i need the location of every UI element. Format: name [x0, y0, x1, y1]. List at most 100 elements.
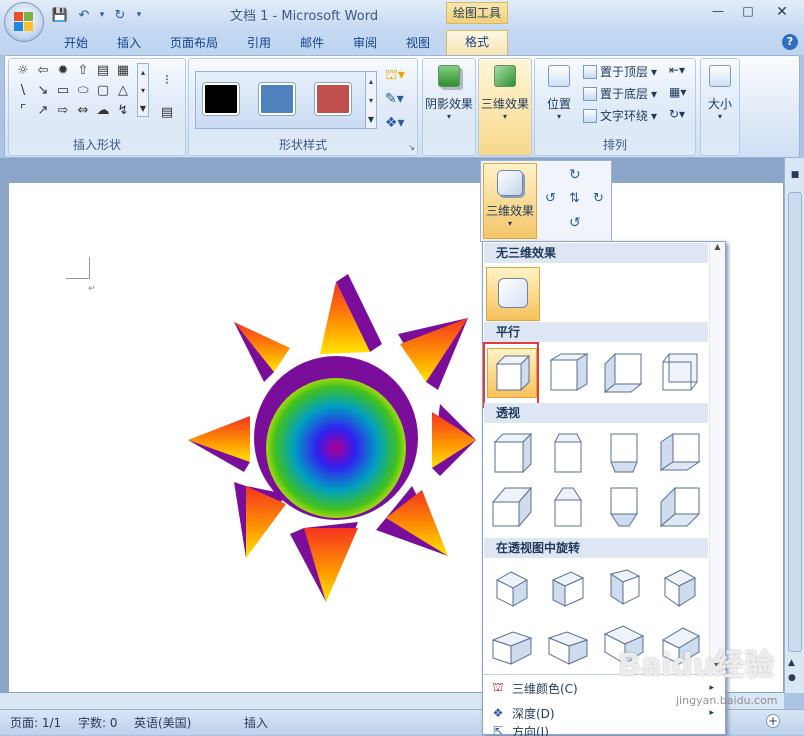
section-perspective: 透视	[484, 403, 708, 423]
oval-shape-icon[interactable]: ⬭	[75, 83, 91, 99]
3d-effects-dropdown-button[interactable]: 三维效果 ▾	[483, 163, 537, 239]
style-red-swatch[interactable]	[315, 83, 351, 115]
tab-mailings[interactable]: 邮件	[298, 33, 326, 54]
style-gallery-scroll-icon[interactable]: ▴ ▾ ▼	[365, 71, 377, 129]
status-language[interactable]: 英语(美国)	[134, 714, 191, 731]
up-arrow-shape-icon[interactable]: ⇧	[75, 63, 91, 79]
parallel-option-4[interactable]	[655, 348, 705, 398]
gallery-scrollbar[interactable]: ▲ ▼	[709, 242, 725, 672]
position-button[interactable]: 位置 ▾	[539, 65, 579, 121]
perspective-option-1[interactable]	[487, 428, 537, 478]
gallery-scroll-up-icon[interactable]: ▲	[710, 242, 725, 251]
perspective-option-6[interactable]	[543, 482, 593, 532]
undo-dropdown-icon[interactable]: ▾	[98, 6, 106, 24]
perspective-option-8[interactable]	[655, 482, 705, 532]
group-shape-styles: ▴ ▾ ▼ ⛫▾ ✎▾ ❖▾ 形状样式 ↘	[188, 58, 418, 156]
status-words[interactable]: 字数: 0	[78, 714, 118, 731]
maximize-icon[interactable]: □	[736, 4, 760, 22]
tab-page-layout[interactable]: 页面布局	[168, 33, 220, 54]
align-icon[interactable]: ⇤▾	[669, 63, 685, 77]
save-icon[interactable]: 💾	[50, 6, 70, 24]
tab-home[interactable]: 开始	[62, 33, 90, 54]
rotate-icon[interactable]: ↻▾	[669, 107, 685, 121]
perspective-option-4[interactable]	[655, 428, 705, 478]
change-shape-icon[interactable]: ❖▾	[385, 115, 405, 131]
edit-points-icon[interactable]: ⁝	[157, 73, 177, 89]
sun-shape[interactable]	[186, 272, 476, 604]
perspective-option-2[interactable]	[543, 428, 593, 478]
line-color-icon[interactable]: ✎▾	[385, 91, 404, 107]
send-to-back-button[interactable]: 置于底层 ▾	[583, 85, 657, 102]
rotate-option-2[interactable]	[543, 564, 593, 614]
rotate-option-6[interactable]	[543, 620, 593, 670]
previous-page-icon[interactable]: ▲	[788, 658, 795, 668]
perspective-option-5[interactable]	[487, 482, 537, 532]
paragraph-mark: ↵	[88, 284, 96, 294]
customize-qat-icon[interactable]: ▾	[134, 6, 144, 24]
bring-to-front-button[interactable]: 置于顶层 ▾	[583, 63, 657, 80]
tilt-right-icon[interactable]: ↻	[593, 191, 604, 206]
undo-icon[interactable]: ↶	[74, 6, 94, 24]
minimize-icon[interactable]: —	[706, 4, 730, 22]
sun-shape-icon[interactable]: ☼	[15, 63, 31, 79]
tab-review[interactable]: 审阅	[351, 33, 379, 54]
gear-shape-icon[interactable]: ✹	[55, 63, 71, 79]
tilt-up-icon[interactable]: ↻	[569, 167, 581, 183]
office-button[interactable]	[4, 2, 44, 42]
tilt-down-icon[interactable]: ↺	[569, 215, 581, 231]
redo-icon[interactable]: ↻	[110, 6, 130, 24]
3d-effects-button[interactable]: 三维效果 ▾	[479, 65, 531, 121]
elbow-connector-shape-icon[interactable]: ⌜	[15, 103, 31, 119]
group-3d-effects: 三维效果 ▾	[478, 58, 532, 156]
lightning-shape-icon[interactable]: ↯	[115, 103, 131, 119]
style-blue-swatch[interactable]	[259, 83, 295, 115]
size-label: 大小	[707, 97, 732, 111]
tab-references[interactable]: 引用	[245, 33, 273, 54]
close-icon[interactable]: ✕	[770, 4, 794, 22]
tab-insert[interactable]: 插入	[115, 33, 143, 54]
dialog-launcher-icon[interactable]: ↘	[408, 143, 415, 152]
ruler-toggle-icon[interactable]: ■	[788, 170, 802, 184]
perspective-option-3[interactable]	[599, 428, 649, 478]
vertical-scroll-thumb[interactable]	[788, 192, 802, 652]
no-3d-option[interactable]	[486, 267, 540, 321]
elbow-arrow-shape-icon[interactable]: ↗	[35, 103, 51, 119]
help-icon[interactable]: ?	[782, 34, 798, 50]
tab-view[interactable]: 视图	[404, 33, 432, 54]
shapes-gallery-more-icon[interactable]: ▴ ▾ ▼	[137, 63, 149, 117]
group-icon[interactable]: ▦▾	[669, 85, 686, 99]
draw-textbox-icon[interactable]: ▤	[157, 105, 177, 121]
right-arrow-shape-icon[interactable]: ⇨	[55, 103, 71, 119]
fill-bucket-icon[interactable]: ⛫▾	[385, 67, 405, 85]
rotate-option-4[interactable]	[655, 564, 705, 614]
rotate-option-5[interactable]	[487, 620, 537, 670]
text-wrap-button[interactable]: 文字环绕 ▾	[583, 107, 657, 124]
rectangle-shape-icon[interactable]: ▭	[55, 83, 71, 99]
rotate-option-3[interactable]	[599, 564, 649, 614]
size-button[interactable]: 大小 ▾	[701, 65, 739, 121]
line-shape-icon[interactable]: \	[15, 83, 31, 99]
parallel-option-1[interactable]	[487, 348, 537, 398]
tilt-left-icon[interactable]: ↺	[545, 191, 556, 206]
rounded-rect-shape-icon[interactable]: ▢	[95, 83, 111, 99]
style-black-swatch[interactable]	[203, 83, 239, 115]
arrow-line-shape-icon[interactable]: ↘	[35, 83, 51, 99]
status-page[interactable]: 页面: 1/1	[10, 714, 61, 731]
textbox-shape-icon[interactable]: ▤	[95, 63, 111, 79]
status-mode[interactable]: 插入	[244, 714, 268, 731]
parallel-option-2[interactable]	[543, 348, 593, 398]
triangle-shape-icon[interactable]: △	[115, 83, 131, 99]
rotate-option-1[interactable]	[487, 564, 537, 614]
shadow-effects-button[interactable]: 阴影效果 ▾	[423, 65, 475, 121]
select-browse-object-icon[interactable]: ●	[788, 673, 796, 683]
vertical-scrollbar[interactable]: ■ ▲ ●	[784, 158, 804, 693]
zoom-in-icon[interactable]: +	[766, 714, 780, 728]
3d-toggle-icon[interactable]: ⇅	[569, 191, 580, 206]
double-arrow-shape-icon[interactable]: ⇔	[75, 103, 91, 119]
left-arrow-shape-icon[interactable]: ⇦	[35, 63, 51, 79]
cloud-shape-icon[interactable]: ☁	[95, 103, 111, 119]
perspective-option-7[interactable]	[599, 482, 649, 532]
parallel-option-3[interactable]	[599, 348, 649, 398]
tab-format[interactable]: 格式	[446, 30, 508, 56]
image-shape-icon[interactable]: ▦	[115, 63, 131, 79]
